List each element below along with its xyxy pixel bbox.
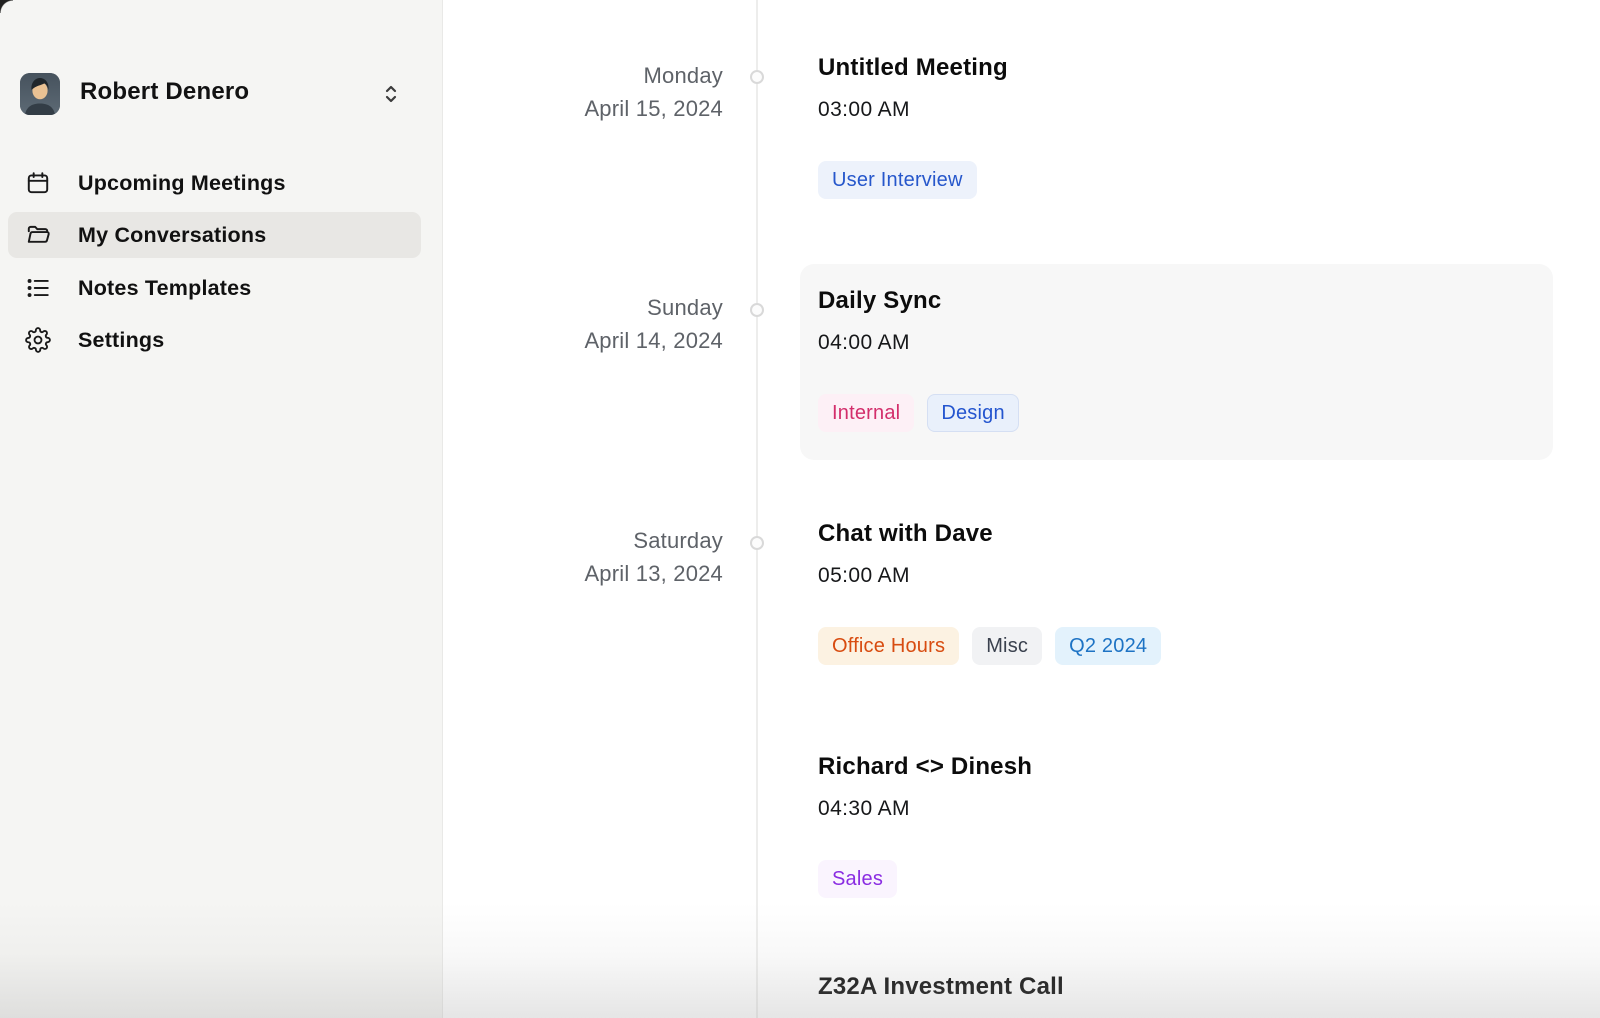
meeting-item-chat-with-dave[interactable]: Chat with Dave 05:00 AM Office Hours Mis… (818, 519, 1161, 665)
meeting-item-untitled-meeting[interactable]: Untitled Meeting 03:00 AM User Interview (818, 53, 1008, 199)
chevron-up-down-icon[interactable] (380, 80, 402, 108)
calendar-icon (25, 170, 51, 196)
timeline-dot (750, 536, 764, 550)
meeting-tags: Office Hours Misc Q2 2024 (818, 627, 1161, 665)
meeting-item-daily-sync[interactable]: Daily Sync 04:00 AM Internal Design (818, 286, 1019, 432)
list-icon (25, 275, 51, 301)
date-label: Sunday April 14, 2024 (423, 291, 723, 357)
date: April 14, 2024 (423, 324, 723, 357)
folder-icon (25, 222, 51, 248)
timeline-dot (750, 303, 764, 317)
tag-office-hours[interactable]: Office Hours (818, 627, 959, 665)
gear-icon (25, 327, 51, 353)
date-label: Saturday April 13, 2024 (423, 524, 723, 590)
day-of-week: Monday (423, 59, 723, 92)
date: April 13, 2024 (423, 557, 723, 590)
sidebar-item-notes-templates[interactable]: Notes Templates (8, 265, 421, 311)
meeting-tags: Sales (818, 860, 1032, 898)
meeting-item-z32a-investment-call[interactable]: Z32A Investment Call (818, 972, 1064, 1002)
sidebar-item-upcoming-meetings[interactable]: Upcoming Meetings (8, 160, 421, 206)
meeting-time: 03:00 AM (818, 97, 1008, 123)
meeting-title: Richard <> Dinesh (818, 752, 1032, 782)
sidebar-item-settings[interactable]: Settings (8, 317, 421, 363)
sidebar-item-label: Settings (78, 328, 164, 353)
sidebar-item-label: Notes Templates (78, 276, 251, 301)
day-of-week: Sunday (423, 291, 723, 324)
day-of-week: Saturday (423, 524, 723, 557)
tag-design[interactable]: Design (927, 394, 1018, 432)
timeline-dot (750, 70, 764, 84)
meeting-title: Z32A Investment Call (818, 972, 1064, 1002)
tag-misc[interactable]: Misc (972, 627, 1042, 665)
meeting-item-richard-dinesh[interactable]: Richard <> Dinesh 04:30 AM Sales (818, 752, 1032, 898)
profile-name: Robert Denero (80, 78, 249, 106)
sidebar-item-label: Upcoming Meetings (78, 171, 286, 196)
meeting-time: 04:30 AM (818, 796, 1032, 822)
tag-internal[interactable]: Internal (818, 394, 914, 432)
profile-switcher[interactable]: Robert Denero (0, 66, 443, 122)
meeting-tags: Internal Design (818, 394, 1019, 432)
meeting-title: Chat with Dave (818, 519, 1161, 549)
meeting-title: Daily Sync (818, 286, 1019, 316)
meeting-title: Untitled Meeting (818, 53, 1008, 83)
meeting-notes-app: Robert Denero Upcoming Meetings (0, 0, 1600, 1018)
meeting-time: 05:00 AM (818, 563, 1161, 589)
sidebar-item-label: My Conversations (78, 223, 266, 248)
meeting-time: 04:00 AM (818, 330, 1019, 356)
date-label: Monday April 15, 2024 (423, 59, 723, 125)
meeting-tags: User Interview (818, 161, 1008, 199)
date: April 15, 2024 (423, 92, 723, 125)
sidebar: Robert Denero Upcoming Meetings (0, 0, 443, 1018)
tag-sales[interactable]: Sales (818, 860, 897, 898)
avatar[interactable] (20, 73, 60, 115)
sidebar-item-my-conversations[interactable]: My Conversations (8, 212, 421, 258)
timeline-line (756, 0, 758, 1018)
tag-user-interview[interactable]: User Interview (818, 161, 977, 199)
tag-q2-2024[interactable]: Q2 2024 (1055, 627, 1161, 665)
